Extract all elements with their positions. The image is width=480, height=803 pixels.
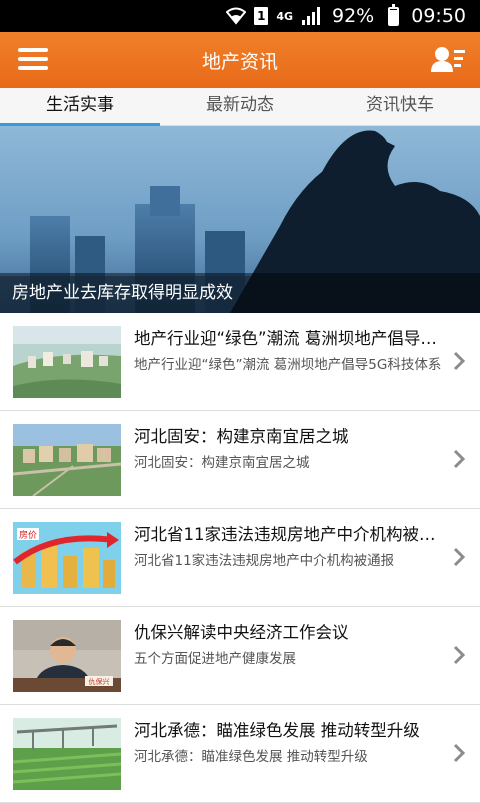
news-headline: 仇保兴解读中央经济工作会议 [134, 623, 349, 642]
clock: 09:50 [411, 5, 466, 27]
news-summary: 河北固安：构建京南宜居之城 [134, 455, 310, 471]
news-thumbnail: 房价 [13, 522, 121, 594]
signal-icon [302, 7, 320, 25]
tab-news-express[interactable]: 资讯快车 [320, 88, 480, 125]
battery-icon [382, 3, 400, 26]
news-headline: 河北固安：构建京南宜居之城 [134, 427, 349, 446]
sim-icon: 1 [254, 7, 269, 25]
hamburger-menu-icon[interactable] [18, 48, 48, 72]
thumb-stamp-text: 房价 [19, 529, 37, 541]
news-headline: 地产行业迎“绿色”潮流 葛洲坝地产倡导5G科技体系 [134, 329, 444, 348]
news-summary: 河北承德：瞄准绿色发展 推动转型升级 [134, 749, 368, 765]
list-item[interactable]: 河北固安：构建京南宜居之城 河北固安：构建京南宜居之城 [0, 411, 480, 509]
status-bar: 1 4G 92% 09:50 [0, 0, 480, 32]
tab-bar: 生活实事 最新动态 资讯快车 [0, 88, 480, 126]
news-thumbnail [13, 326, 121, 398]
user-list-icon[interactable] [430, 44, 466, 76]
chevron-right-icon [452, 644, 466, 666]
nameplate-text: 仇保兴 [89, 677, 110, 686]
chevron-right-icon [452, 546, 466, 568]
wifi-icon [226, 7, 247, 25]
news-summary: 河北省11家违法违规房地产中介机构被通报 [134, 553, 395, 569]
news-list: 地产行业迎“绿色”潮流 葛洲坝地产倡导5G科技体系 地产行业迎“绿色”潮流 葛洲… [0, 313, 480, 803]
app-bar: 地产资讯 [0, 32, 480, 88]
news-thumbnail: 仇保兴 [13, 620, 121, 692]
banner-carousel[interactable]: 房地产业去库存取得明显成效 [0, 126, 480, 313]
battery-percent: 92% [332, 5, 375, 27]
chevron-right-icon [452, 448, 466, 470]
chevron-right-icon [452, 742, 466, 764]
news-headline: 河北承德：瞄准绿色发展 推动转型升级 [134, 721, 420, 740]
tab-life-news[interactable]: 生活实事 [0, 88, 160, 126]
list-item[interactable]: 地产行业迎“绿色”潮流 葛洲坝地产倡导5G科技体系 地产行业迎“绿色”潮流 葛洲… [0, 313, 480, 411]
tab-latest-news[interactable]: 最新动态 [160, 88, 320, 125]
banner-caption: 房地产业去库存取得明显成效 [0, 273, 480, 313]
news-thumbnail [13, 718, 121, 790]
list-item[interactable]: 房价 河北省11家违法违规房地产中介机构被通报 河北省11家违法违规房地产中介机… [0, 509, 480, 607]
network-type: 4G [276, 9, 293, 23]
news-summary: 五个方面促进地产健康发展 [134, 651, 296, 667]
list-item[interactable]: 河北承德：瞄准绿色发展 推动转型升级 河北承德：瞄准绿色发展 推动转型升级 [0, 705, 480, 803]
news-summary: 地产行业迎“绿色”潮流 葛洲坝地产倡导5G科技体系 [134, 357, 442, 373]
news-thumbnail [13, 424, 121, 496]
news-headline: 河北省11家违法违规房地产中介机构被通报 [134, 525, 444, 544]
page-title: 地产资讯 [201, 50, 278, 73]
list-item[interactable]: 仇保兴 仇保兴解读中央经济工作会议 五个方面促进地产健康发展 [0, 607, 480, 705]
chevron-right-icon [452, 350, 466, 372]
